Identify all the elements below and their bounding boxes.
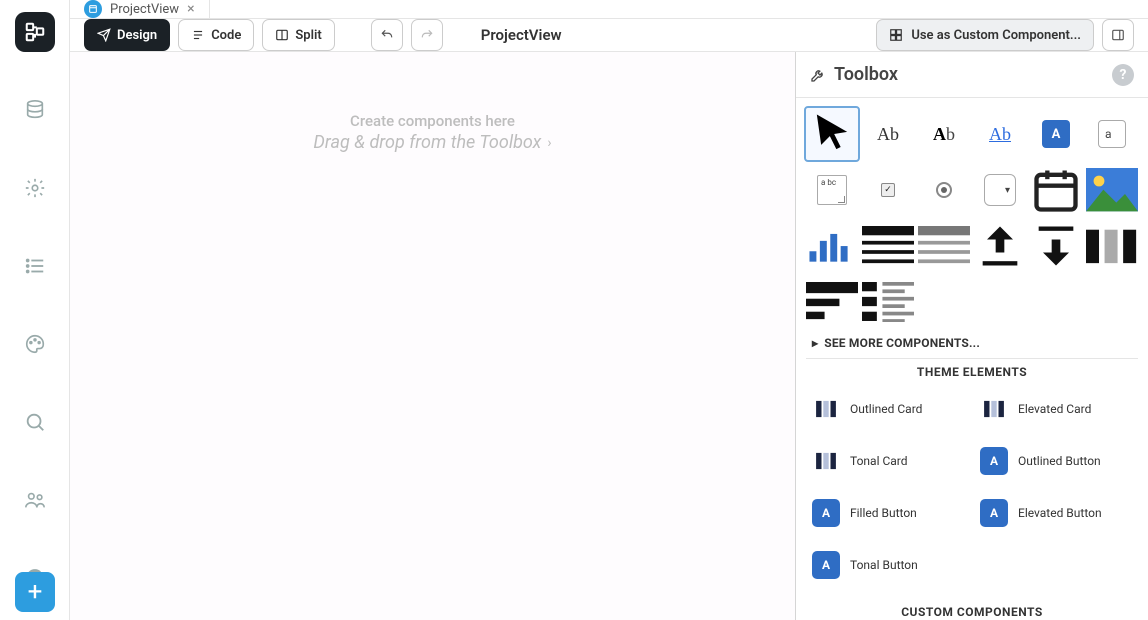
rail-search-icon[interactable] (15, 402, 55, 442)
component-radio[interactable] (918, 164, 970, 216)
chevron-right-icon: ▸ (812, 336, 818, 350)
theme-tonal-card[interactable]: Tonal Card (808, 439, 968, 483)
component-datepicker[interactable] (1030, 164, 1082, 216)
component-link[interactable]: Ab (974, 108, 1026, 160)
data-grid-alt-icon (918, 226, 970, 267)
form-icon (84, 0, 102, 18)
button-icon: A (980, 447, 1008, 475)
wrench-icon (810, 67, 826, 83)
component-label-bold[interactable]: Ab (918, 108, 970, 160)
database-icon (24, 99, 46, 121)
component-button[interactable]: A (1030, 108, 1082, 160)
component-download[interactable] (1030, 220, 1082, 272)
view-design-button[interactable]: Design (84, 19, 170, 51)
components-tree-icon (24, 21, 46, 43)
component-image[interactable] (1086, 164, 1138, 216)
data-grid-icon (862, 226, 914, 267)
rail-settings-icon[interactable] (15, 168, 55, 208)
undo-icon (380, 28, 394, 42)
tab-projectview[interactable]: ProjectView × (70, 0, 210, 18)
rail-add-button[interactable]: + (15, 572, 55, 612)
theme-outlined-card[interactable]: Outlined Card (808, 387, 968, 431)
component-checkbox[interactable] (862, 164, 914, 216)
component-plot[interactable] (806, 220, 858, 272)
theme-outlined-button[interactable]: A Outlined Button (976, 439, 1136, 483)
rail-theme-icon[interactable] (15, 324, 55, 364)
panel-right-icon (1111, 28, 1125, 42)
redo-icon (420, 28, 434, 42)
component-columns[interactable] (1086, 220, 1138, 272)
calendar-icon (1030, 164, 1082, 216)
editor-toolbar: Design Code Split ProjectView Use as Cus… (70, 19, 1148, 52)
button-icon: A (812, 551, 840, 579)
view-split-button[interactable]: Split (262, 19, 334, 51)
repeat-panel-icon (862, 282, 914, 323)
theme-elevated-card[interactable]: Elevated Card (976, 387, 1136, 431)
tab-strip: ProjectView × (70, 0, 1148, 19)
upload-icon (974, 220, 1026, 272)
chart-icon (806, 227, 858, 265)
redo-button[interactable] (411, 19, 443, 51)
toggle-panel-button[interactable] (1102, 19, 1134, 51)
columns-icon (1086, 226, 1138, 267)
rail-users-icon[interactable] (15, 480, 55, 520)
component-repeating-panel[interactable] (862, 276, 914, 328)
palette-icon (24, 333, 46, 355)
toolbox-panel: Toolbox ? Ab Ab Ab A a (796, 52, 1148, 620)
toolbox-title: Toolbox (834, 64, 898, 85)
component-label[interactable]: Ab (862, 108, 914, 160)
card-icon (980, 395, 1008, 423)
list-icon (24, 255, 46, 277)
undo-button[interactable] (371, 19, 403, 51)
toolbox-theme-grid: Outlined Card Elevated Card Tonal Card A (806, 383, 1138, 589)
download-icon (1030, 220, 1082, 272)
panel-icon (806, 282, 858, 323)
toolbox-components-grid: Ab Ab Ab A a a bc (806, 108, 1138, 328)
use-custom-component-button[interactable]: Use as Custom Component... (876, 19, 1094, 51)
toolbox-header: Toolbox ? (796, 52, 1148, 98)
left-rail: + (0, 0, 70, 620)
chevron-right-icon: › (547, 135, 551, 151)
users-icon (24, 489, 46, 511)
toolbox-see-more[interactable]: ▸ SEE MORE COMPONENTS... (806, 328, 1138, 359)
card-icon (812, 395, 840, 423)
component-dropdown[interactable] (974, 164, 1026, 216)
component-fileloader[interactable] (974, 220, 1026, 272)
split-icon (275, 28, 289, 42)
code-icon (191, 28, 205, 42)
component-icon (889, 28, 903, 42)
toolbox-section-theme-title: THEME ELEMENTS (806, 359, 1138, 383)
gear-icon (24, 177, 46, 199)
tab-close-icon[interactable]: × (187, 1, 194, 17)
rail-list-icon[interactable] (15, 246, 55, 286)
button-icon: A (812, 499, 840, 527)
cursor-icon (806, 108, 858, 160)
toolbox-section-custom-title: CUSTOM COMPONENTS (806, 599, 1138, 620)
component-cursor[interactable] (806, 108, 858, 160)
view-code-button[interactable]: Code (178, 19, 254, 51)
page-title: ProjectView (481, 26, 562, 44)
canvas-hint-line1: Create components here (350, 112, 515, 130)
theme-tonal-button[interactable]: A Tonal Button (808, 543, 968, 587)
paper-plane-icon (97, 28, 111, 42)
search-icon (24, 411, 46, 433)
design-canvas[interactable]: Create components here Drag & drop from … (70, 52, 796, 620)
card-icon (812, 447, 840, 475)
image-icon (1086, 168, 1138, 211)
component-datagrid-alt[interactable] (918, 220, 970, 272)
component-textarea[interactable]: a bc (806, 164, 858, 216)
theme-elevated-button[interactable]: A Elevated Button (976, 491, 1136, 535)
component-datagrid[interactable] (862, 220, 914, 272)
rail-data-icon[interactable] (15, 90, 55, 130)
component-textbox[interactable]: a (1086, 108, 1138, 160)
component-panel[interactable] (806, 276, 858, 328)
toolbox-help-icon[interactable]: ? (1112, 64, 1134, 86)
button-icon: A (980, 499, 1008, 527)
tab-title: ProjectView (110, 2, 179, 17)
theme-filled-button[interactable]: A Filled Button (808, 491, 968, 535)
canvas-hint-line2: Drag & drop from the Toolbox › (313, 132, 551, 153)
rail-app-icon[interactable] (15, 12, 55, 52)
